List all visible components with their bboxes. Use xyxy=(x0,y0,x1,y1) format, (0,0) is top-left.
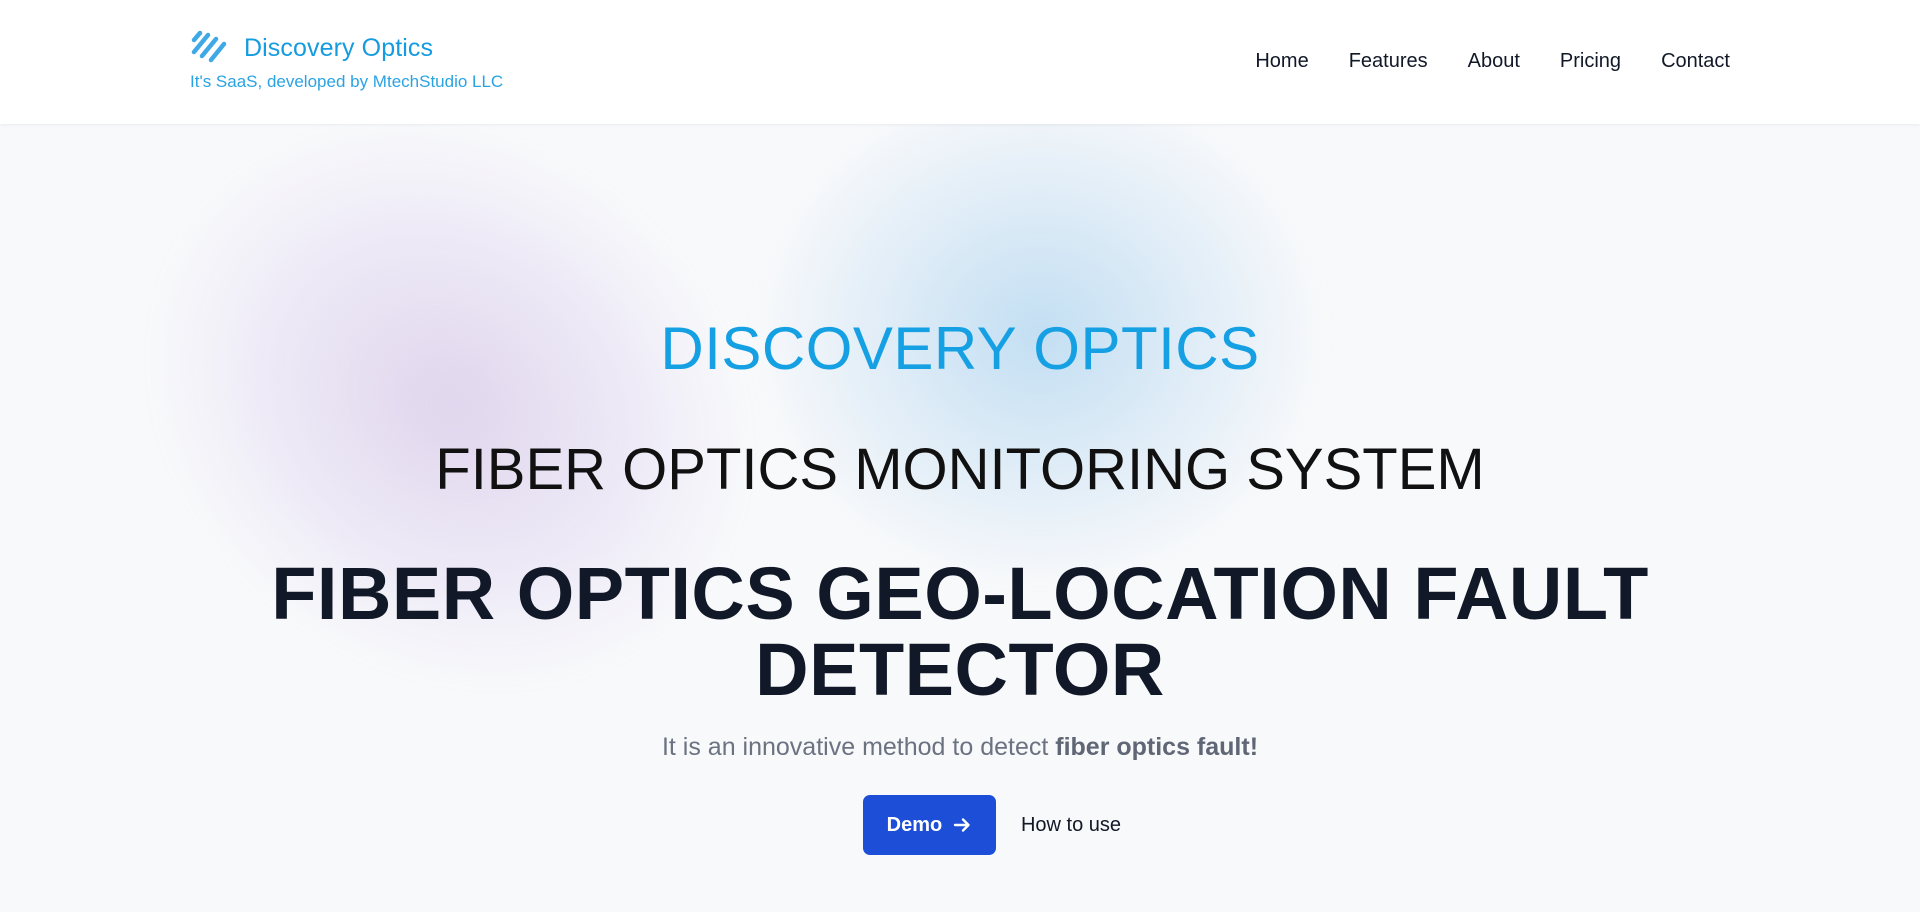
brand-name: Discovery Optics xyxy=(244,33,434,62)
nav-item-features[interactable]: Features xyxy=(1349,50,1428,73)
demo-button[interactable]: Demo xyxy=(862,795,996,855)
nav-item-contact[interactable]: Contact xyxy=(1661,50,1730,73)
nav-item-about[interactable]: About xyxy=(1468,50,1520,73)
hero-eyebrow: DISCOVERY OPTICS xyxy=(660,315,1260,382)
how-to-use-link[interactable]: How to use xyxy=(1021,814,1121,837)
hero-description: It is an innovative method to detect fib… xyxy=(0,733,1920,762)
main-nav: Home Features About Pricing Contact xyxy=(1255,50,1730,73)
hero-headline: FIBER OPTICS GEO-LOCATION FAULT DETECTOR xyxy=(271,552,1649,711)
nav-item-home[interactable]: Home xyxy=(1255,50,1308,73)
brand-row: Discovery Optics xyxy=(190,30,503,66)
hero-description-text: It is an innovative method to detect xyxy=(661,733,1056,761)
hero-actions: Demo How to use xyxy=(0,795,1920,855)
arrow-right-icon xyxy=(954,818,970,832)
hero-subtitle: FIBER OPTICS MONITORING SYSTEM xyxy=(435,437,1485,502)
brand[interactable]: Discovery Optics It's SaaS, developed by… xyxy=(190,30,503,92)
demo-button-label: Demo xyxy=(886,813,943,836)
site-header: Discovery Optics It's SaaS, developed by… xyxy=(0,0,1920,124)
stripes-logo-icon xyxy=(191,30,227,63)
hero-section: DISCOVERY OPTICS FIBER OPTICS MONITORING… xyxy=(0,124,1920,912)
hero-description-bold: fiber optics fault! xyxy=(1055,733,1259,761)
nav-item-pricing[interactable]: Pricing xyxy=(1560,50,1621,73)
page: Discovery Optics It's SaaS, developed by… xyxy=(0,0,1920,912)
brand-tagline: It's SaaS, developed by MtechStudio LLC xyxy=(190,72,504,91)
